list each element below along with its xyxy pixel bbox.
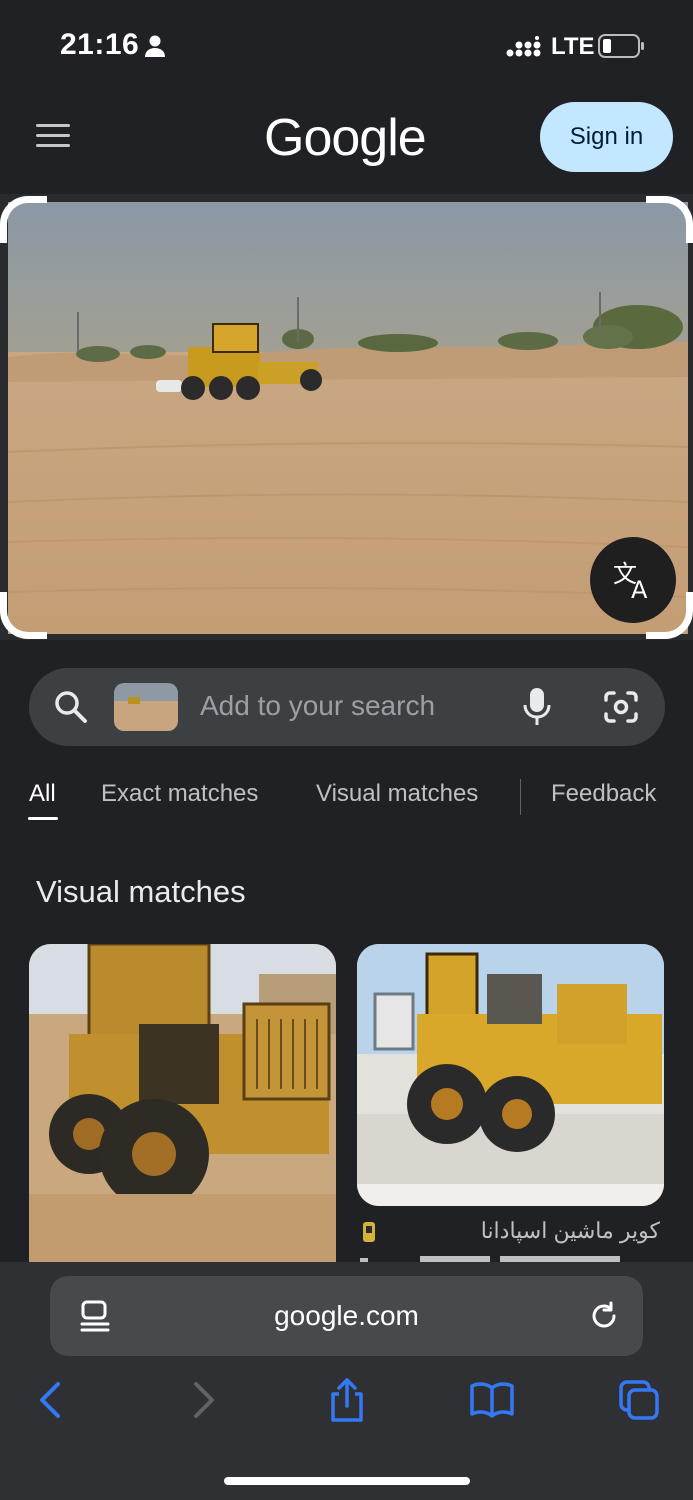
mic-icon[interactable] — [522, 688, 552, 726]
active-tab-indicator — [28, 817, 58, 820]
tab-feedback[interactable]: Feedback — [551, 780, 656, 808]
tabs-icon[interactable] — [617, 1378, 661, 1422]
back-icon[interactable] — [30, 1378, 74, 1422]
result-image[interactable] — [29, 944, 336, 1262]
home-indicator[interactable] — [224, 1477, 470, 1485]
status-time: 21:16 — [60, 28, 140, 61]
tab-exact-matches[interactable]: Exact matches — [101, 780, 258, 808]
reload-icon[interactable] — [588, 1300, 620, 1332]
sign-in-button[interactable]: Sign in — [540, 102, 673, 172]
tab-visual-matches[interactable]: Visual matches — [316, 780, 478, 808]
search-icon[interactable] — [54, 690, 88, 724]
network-label: LTE — [551, 33, 595, 60]
svg-text:A: A — [631, 576, 648, 602]
search-input[interactable]: Add to your search — [200, 690, 435, 722]
status-bar: 21:16 LTE — [0, 0, 693, 92]
tab-divider — [520, 779, 521, 815]
url-text[interactable]: google.com — [50, 1300, 643, 1332]
tab-all[interactable]: All — [29, 780, 56, 808]
query-image-thumbnail[interactable] — [114, 683, 178, 731]
translate-button[interactable]: 文A — [590, 537, 676, 623]
menu-icon[interactable] — [36, 124, 70, 148]
person-icon — [145, 35, 165, 57]
result-source[interactable]: کویر ماشین اسپادانا — [360, 1218, 660, 1248]
share-icon[interactable] — [325, 1378, 369, 1422]
section-title: Visual matches — [36, 874, 246, 909]
result-image[interactable] — [357, 944, 664, 1206]
translate-icon: 文A — [613, 560, 648, 602]
forward-icon[interactable] — [180, 1378, 224, 1422]
lens-camera-icon[interactable] — [603, 690, 639, 724]
battery-icon — [598, 34, 644, 58]
query-image[interactable] — [8, 202, 688, 634]
signal-icon — [506, 36, 541, 57]
bookmarks-icon[interactable] — [470, 1378, 514, 1422]
google-logo[interactable]: Google — [264, 108, 427, 168]
